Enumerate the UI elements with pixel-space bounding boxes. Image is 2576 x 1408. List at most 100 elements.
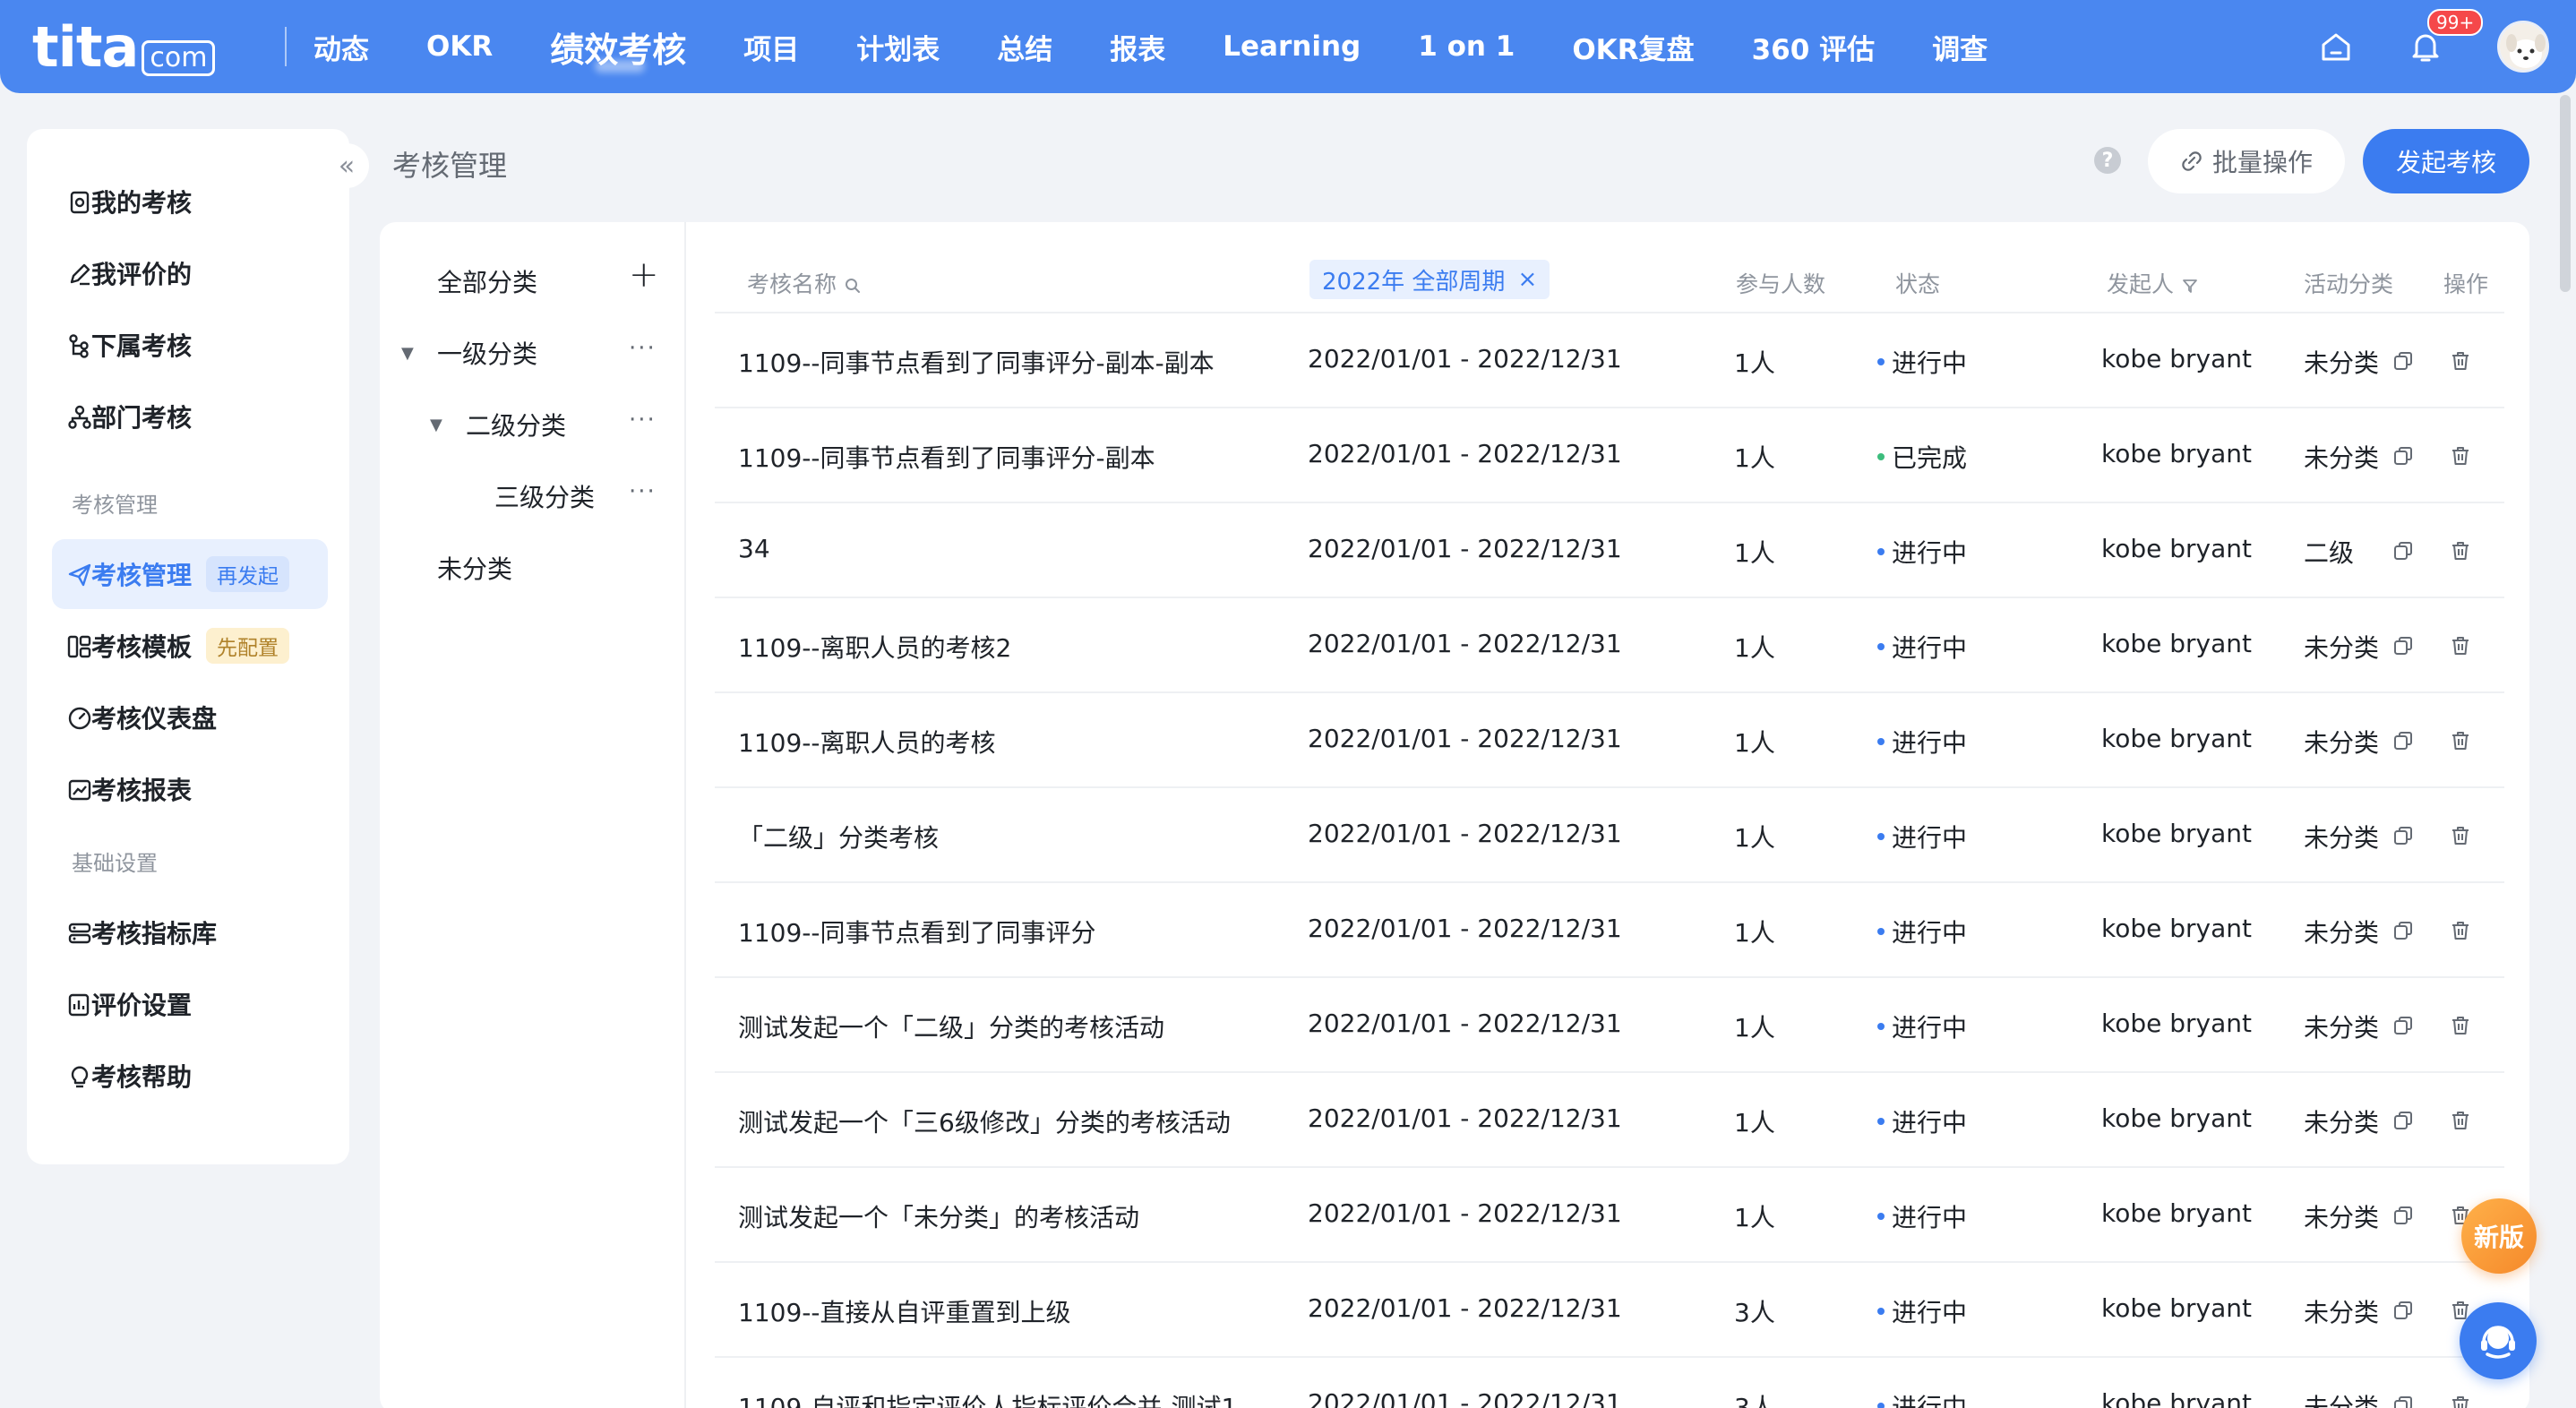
caret-down-icon[interactable]: ▼: [430, 416, 442, 434]
table-row[interactable]: 1109--同事节点看到了同事评分 2022/01/01 - 2022/12/31…: [715, 883, 2504, 978]
header-initiator[interactable]: 发起人: [2107, 267, 2199, 299]
review-name[interactable]: 测试发起一个「二级」分类的考核活动: [738, 1009, 1164, 1044]
table-row[interactable]: 1109--同事节点看到了同事评分-副本-副本 2022/01/01 - 2022…: [715, 313, 2504, 408]
nav-item[interactable]: 计划表: [856, 27, 940, 67]
delete-icon[interactable]: [2449, 1014, 2472, 1037]
review-name[interactable]: 测试发起一个「未分类」的考核活动: [738, 1198, 1139, 1234]
new-version-button[interactable]: 新版: [2461, 1198, 2537, 1274]
copy-icon[interactable]: [2391, 729, 2415, 752]
delete-icon[interactable]: [2449, 919, 2472, 942]
header-name[interactable]: 考核名称: [747, 267, 862, 299]
more-icon[interactable]: ···: [629, 335, 657, 362]
category-all[interactable]: 全部分类: [437, 263, 537, 299]
delete-icon[interactable]: [2449, 444, 2472, 468]
copy-icon[interactable]: [2391, 919, 2415, 942]
category-level3[interactable]: 三级分类: [494, 478, 595, 514]
sidebar-item[interactable]: 考核帮助: [52, 1041, 328, 1111]
delete-icon[interactable]: [2449, 1109, 2472, 1132]
sidebar-item[interactable]: 部门考核: [52, 382, 328, 451]
review-name[interactable]: 1109--同事节点看到了同事评分-副本: [738, 439, 1155, 475]
table-row[interactable]: 测试发起一个「三6级修改」分类的考核活动 2022/01/01 - 2022/12…: [715, 1073, 2504, 1168]
sidebar-item[interactable]: 考核指标库: [52, 897, 328, 967]
table-row[interactable]: 1109--同事节点看到了同事评分-副本 2022/01/01 - 2022/12…: [715, 408, 2504, 503]
review-name[interactable]: 34: [738, 534, 770, 563]
table-row[interactable]: 1109--直接从自评重置到上级 2022/01/01 - 2022/12/31 3…: [715, 1263, 2504, 1358]
review-name[interactable]: 1109-自评和指定评价人指标评价合并-测试1: [738, 1388, 1237, 1408]
copy-icon[interactable]: [2391, 1014, 2415, 1037]
chart-settings-icon: [68, 993, 90, 1017]
category-level1[interactable]: 一级分类: [437, 335, 537, 371]
copy-icon[interactable]: [2391, 1204, 2415, 1227]
table-row[interactable]: 1109--离职人员的考核 2022/01/01 - 2022/12/31 1人 进行…: [715, 693, 2504, 788]
category-uncategorized[interactable]: 未分类: [437, 550, 512, 586]
delete-icon[interactable]: [2449, 539, 2472, 562]
review-name[interactable]: 测试发起一个「三6级修改」分类的考核活动: [738, 1103, 1231, 1139]
review-name[interactable]: 1109--同事节点看到了同事评分-副本-副本: [738, 344, 1215, 380]
table-row[interactable]: 测试发起一个「未分类」的考核活动 2022/01/01 - 2022/12/31 1…: [715, 1168, 2504, 1263]
more-icon[interactable]: ···: [629, 407, 657, 434]
table-row[interactable]: 1109-自评和指定评价人指标评价合并-测试1 2022/01/01 - 2022…: [715, 1358, 2504, 1408]
copy-icon[interactable]: [2391, 824, 2415, 847]
home-icon[interactable]: [2318, 29, 2354, 64]
add-category-button[interactable]: +: [629, 254, 659, 296]
nav-item[interactable]: 动态: [313, 27, 369, 67]
sidebar-item[interactable]: 考核模板 先配置: [52, 611, 328, 681]
table-row[interactable]: 测试发起一个「二级」分类的考核活动 2022/01/01 - 2022/12/31…: [715, 978, 2504, 1073]
delete-icon[interactable]: [2449, 1394, 2472, 1408]
nav-item[interactable]: 绩效考核: [550, 22, 686, 72]
nav-item[interactable]: 报表: [1110, 27, 1165, 67]
batch-link-icon: [2182, 151, 2202, 171]
nav-item[interactable]: 1 on 1: [1418, 30, 1515, 63]
copy-icon[interactable]: [2391, 1394, 2415, 1408]
review-name[interactable]: 1109--直接从自评重置到上级: [738, 1293, 1070, 1329]
close-icon[interactable]: ×: [1517, 266, 1537, 293]
review-name[interactable]: 1109--同事节点看到了同事评分: [738, 914, 1095, 949]
tita-logo[interactable]: tita com: [32, 14, 216, 80]
category-level2[interactable]: 二级分类: [466, 407, 566, 442]
sidebar-item[interactable]: 下属考核: [52, 310, 328, 380]
copy-icon[interactable]: [2391, 634, 2415, 657]
page-scrollbar[interactable]: [2560, 95, 2571, 292]
review-name[interactable]: 1109--离职人员的考核: [738, 724, 995, 760]
nav-item[interactable]: OKR复盘: [1572, 27, 1694, 67]
nav-item[interactable]: 调查: [1932, 27, 1988, 67]
caret-down-icon[interactable]: ▼: [401, 344, 414, 363]
filter-icon[interactable]: [2181, 277, 2199, 295]
table-row[interactable]: 1109--离职人员的考核2 2022/01/01 - 2022/12/31 1人 进…: [715, 598, 2504, 693]
sidebar-item[interactable]: 考核管理 再发起: [52, 539, 328, 609]
copy-icon[interactable]: [2391, 1299, 2415, 1322]
nav-item[interactable]: OKR: [426, 30, 493, 63]
sidebar-item[interactable]: 我的考核: [52, 167, 328, 236]
period-filter-tag[interactable]: 2022年 全部周期 ×: [1309, 260, 1550, 299]
copy-icon[interactable]: [2391, 1109, 2415, 1132]
nav-item[interactable]: Learning: [1223, 30, 1361, 63]
copy-icon[interactable]: [2391, 444, 2415, 468]
nav-item[interactable]: 项目: [743, 27, 799, 67]
bell-icon[interactable]: 99+: [2408, 9, 2484, 64]
sidebar-item[interactable]: 评价设置: [52, 969, 328, 1039]
sidebar-item[interactable]: 考核报表: [52, 754, 328, 824]
nav-item[interactable]: 总结: [997, 27, 1052, 67]
launch-review-button[interactable]: 发起考核: [2363, 129, 2529, 193]
copy-icon[interactable]: [2391, 349, 2415, 373]
search-icon[interactable]: [844, 277, 862, 295]
delete-icon[interactable]: [2449, 824, 2472, 847]
collapse-sidebar-button[interactable]: «: [324, 143, 369, 188]
customer-service-button[interactable]: [2460, 1302, 2537, 1379]
review-name[interactable]: 「二级」分类考核: [738, 819, 939, 854]
more-icon[interactable]: ···: [629, 478, 657, 505]
table-row[interactable]: 34 2022/01/01 - 2022/12/31 1人 进行中 kobe bryan…: [715, 503, 2504, 598]
copy-icon[interactable]: [2391, 539, 2415, 562]
sidebar-item[interactable]: 考核仪表盘: [52, 683, 328, 752]
table-row[interactable]: 「二级」分类考核 2022/01/01 - 2022/12/31 1人 进行中 kobe…: [715, 788, 2504, 883]
delete-icon[interactable]: [2449, 634, 2472, 657]
nav-item[interactable]: 360 评估: [1752, 27, 1876, 67]
help-icon[interactable]: ?: [2094, 147, 2121, 174]
initiator-name: kobe bryant: [2101, 1198, 2252, 1228]
user-avatar[interactable]: [2497, 21, 2549, 73]
delete-icon[interactable]: [2449, 349, 2472, 373]
review-name[interactable]: 1109--离职人员的考核2: [738, 629, 1011, 665]
delete-icon[interactable]: [2449, 729, 2472, 752]
sidebar-item[interactable]: 我评价的: [52, 238, 328, 308]
batch-operation-button[interactable]: 批量操作: [2148, 129, 2345, 193]
